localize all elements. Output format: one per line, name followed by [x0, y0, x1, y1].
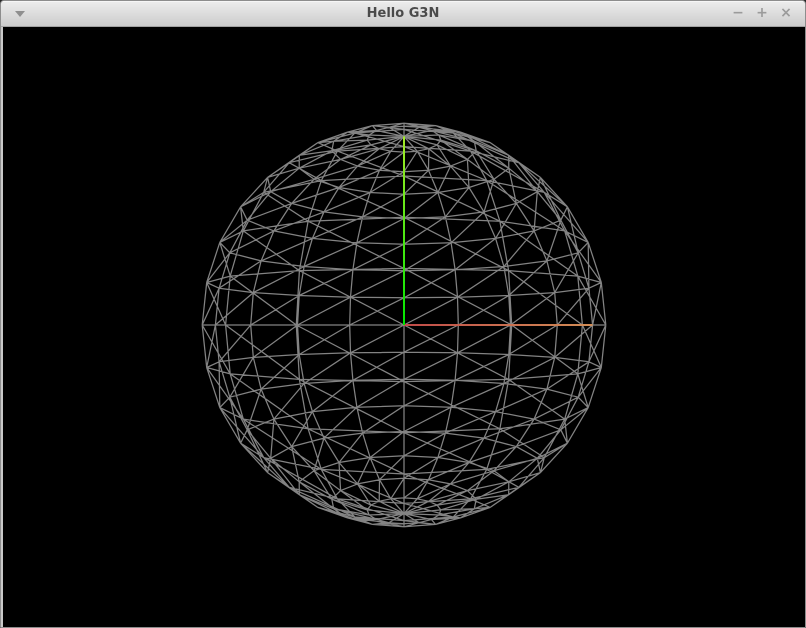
- scene-canvas[interactable]: [3, 27, 805, 627]
- minimize-button[interactable]: −: [726, 1, 750, 26]
- window-titlebar[interactable]: Hello G3N − + ×: [1, 1, 805, 27]
- render-viewport[interactable]: [3, 27, 803, 625]
- window-controls: − + ×: [726, 1, 798, 26]
- window-title: Hello G3N: [1, 1, 805, 26]
- close-button[interactable]: ×: [774, 1, 798, 26]
- maximize-button[interactable]: +: [750, 1, 774, 26]
- app-window: Hello G3N − + ×: [0, 0, 806, 628]
